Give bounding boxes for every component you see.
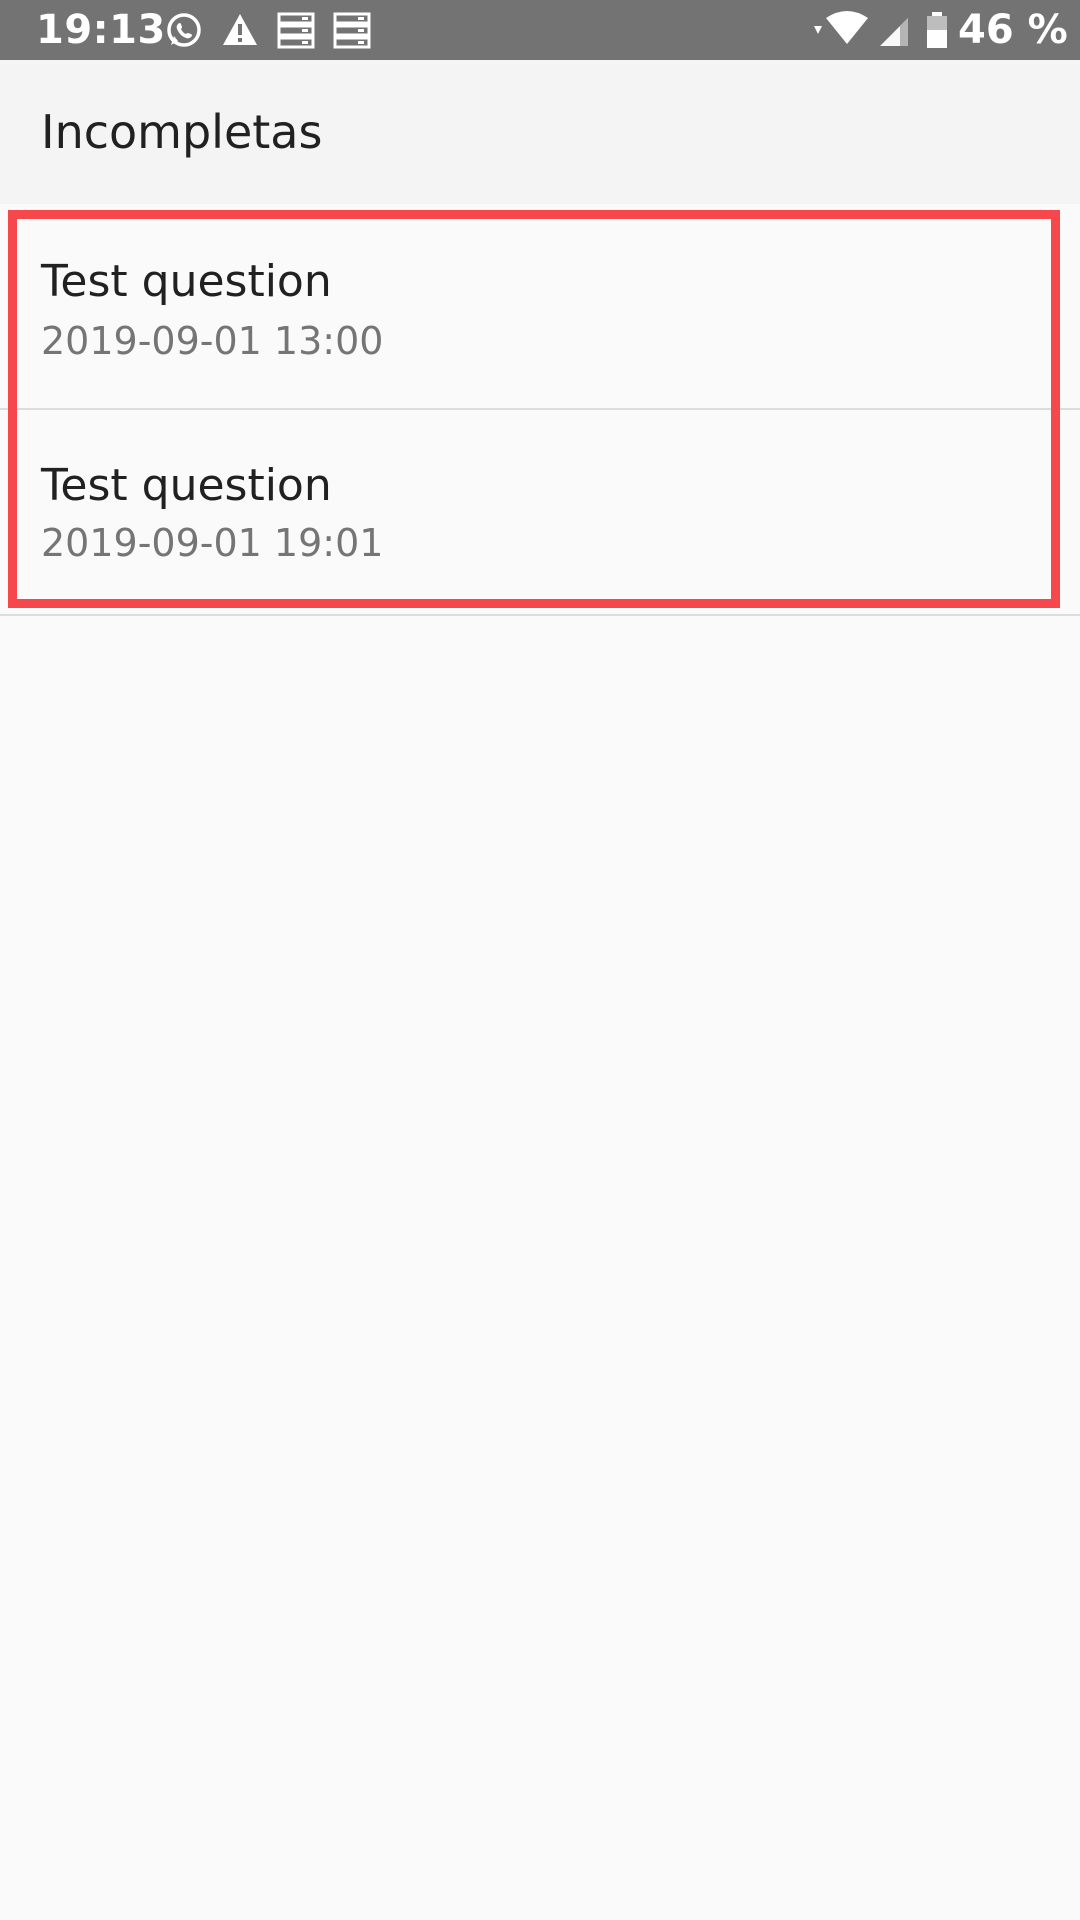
app-bar: Incompletas bbox=[0, 60, 1080, 204]
list-item-title: Test question bbox=[41, 256, 332, 307]
battery-percentage: 46 % bbox=[958, 7, 1068, 53]
battery-icon bbox=[927, 12, 947, 48]
status-bar: 19:13 46 % bbox=[0, 0, 1080, 60]
server-icon bbox=[333, 12, 371, 49]
list-item[interactable]: Test question 2019-09-01 13:00 bbox=[0, 218, 1080, 410]
question-list: Test question 2019-09-01 13:00 Test ques… bbox=[0, 204, 1080, 616]
wifi-icon bbox=[814, 11, 868, 44]
server-icon bbox=[277, 12, 315, 49]
page-title: Incompletas bbox=[41, 105, 323, 159]
list-item[interactable]: Test question 2019-09-01 19:01 bbox=[0, 410, 1080, 606]
whatsapp-icon bbox=[167, 13, 201, 47]
list-item-date: 2019-09-01 19:01 bbox=[41, 521, 384, 565]
list-item-date: 2019-09-01 13:00 bbox=[41, 319, 384, 363]
signal-icon bbox=[880, 18, 908, 46]
warning-icon bbox=[223, 14, 257, 45]
status-time: 19:13 bbox=[36, 7, 166, 53]
list-item-title: Test question bbox=[41, 460, 332, 511]
